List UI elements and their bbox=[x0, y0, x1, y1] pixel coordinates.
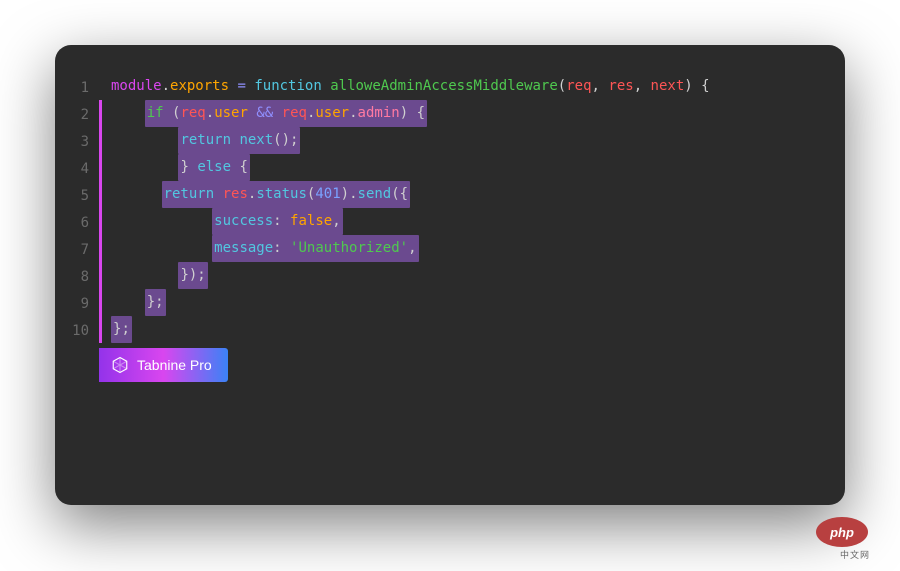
line-number: 10 bbox=[65, 318, 89, 345]
tabnine-icon bbox=[111, 356, 129, 374]
line-number: 6 bbox=[65, 210, 89, 237]
line-number: 7 bbox=[65, 237, 89, 264]
code-line-6: success: false, bbox=[99, 208, 845, 235]
code-line-5: return res.status(401).send({ bbox=[99, 181, 845, 208]
code-line-7: message: 'Unauthorized', bbox=[99, 235, 845, 262]
code-line-1: module.exports = function alloweAdminAcc… bbox=[99, 73, 845, 100]
code-line-8: }); bbox=[99, 262, 845, 289]
line-number: 9 bbox=[65, 291, 89, 318]
line-number: 3 bbox=[65, 129, 89, 156]
php-watermark-text: 中文网 bbox=[840, 548, 870, 561]
line-gutter: 1 2 3 4 5 6 7 8 9 10 bbox=[55, 73, 99, 345]
line-number: 5 bbox=[65, 183, 89, 210]
code-line-4: } else { bbox=[99, 154, 845, 181]
code-line-10: }; bbox=[99, 316, 845, 343]
tabnine-pro-badge[interactable]: Tabnine Pro bbox=[99, 348, 228, 382]
line-number: 2 bbox=[65, 102, 89, 129]
suggestion-indicator bbox=[99, 100, 102, 343]
code-body[interactable]: module.exports = function alloweAdminAcc… bbox=[99, 73, 845, 345]
code-editor: 1 2 3 4 5 6 7 8 9 10 module.exports = fu… bbox=[55, 45, 845, 505]
code-line-3: return next(); bbox=[99, 127, 845, 154]
line-number: 1 bbox=[65, 75, 89, 102]
code-line-2: if (req.user && req.user.admin) { bbox=[99, 100, 845, 127]
code-line-9: }; bbox=[99, 289, 845, 316]
php-logo: php bbox=[816, 517, 868, 547]
tabnine-label: Tabnine Pro bbox=[137, 357, 212, 373]
line-number: 8 bbox=[65, 264, 89, 291]
code-area: 1 2 3 4 5 6 7 8 9 10 module.exports = fu… bbox=[55, 45, 845, 345]
line-number: 4 bbox=[65, 156, 89, 183]
